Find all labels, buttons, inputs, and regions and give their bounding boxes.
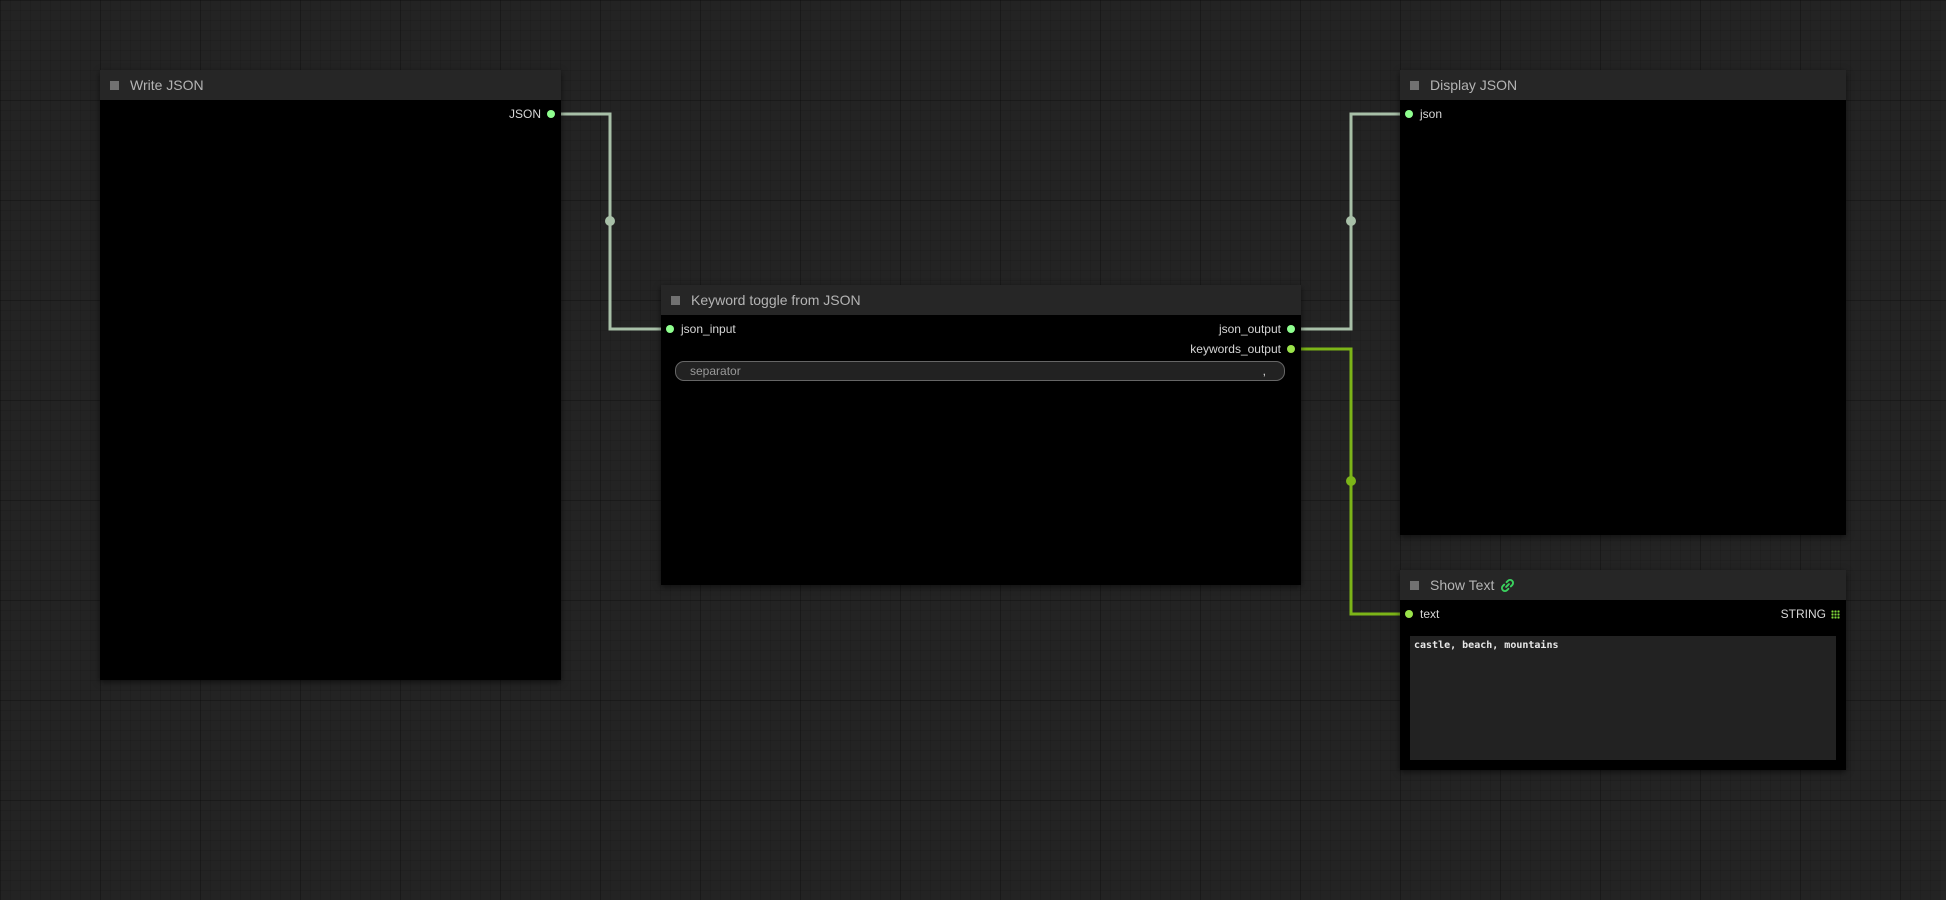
slot-dot-icon[interactable] xyxy=(1287,325,1295,333)
node-title: Keyword toggle from JSON xyxy=(691,292,861,308)
node-body: text STRING castle, beach, mountains xyxy=(1400,600,1846,770)
node-body: json xyxy=(1400,100,1846,535)
collapse-toggle-icon[interactable] xyxy=(1410,581,1419,590)
show-text-output-textarea[interactable]: castle, beach, mountains xyxy=(1410,636,1836,760)
slot-dot-icon[interactable] xyxy=(666,325,674,333)
input-slot-text[interactable]: text xyxy=(1400,606,1439,622)
slot-label: STRING xyxy=(1780,607,1826,621)
collapse-toggle-icon[interactable] xyxy=(671,296,680,305)
keyword-toggle-node[interactable]: Keyword toggle from JSON json_input json… xyxy=(661,285,1301,585)
slot-label: json_output xyxy=(1218,322,1281,336)
node-body: JSON xyxy=(100,100,561,680)
output-slot-json[interactable]: JSON xyxy=(341,106,561,122)
grid-dots-icon[interactable] xyxy=(1831,610,1840,619)
slot-label: text xyxy=(1420,607,1440,621)
node-title: Display JSON xyxy=(1430,77,1518,93)
output-slot-json-output[interactable]: json_output xyxy=(1081,321,1301,337)
slot-dot-icon[interactable] xyxy=(547,110,555,118)
node-title-bar[interactable]: Display JSON xyxy=(1400,70,1846,100)
input-slot-json[interactable]: json xyxy=(1400,106,1442,122)
slot-label: json_input xyxy=(681,322,736,336)
slot-dot-icon[interactable] xyxy=(1405,610,1413,618)
node-title: Show Text xyxy=(1430,577,1495,593)
slot-label: keywords_output xyxy=(1190,342,1281,356)
node-title-bar[interactable]: Keyword toggle from JSON xyxy=(661,285,1301,315)
node-body: json_input json_output keywords_output s… xyxy=(661,315,1301,585)
widget-label: separator xyxy=(690,364,741,378)
widget-value: , xyxy=(1262,364,1266,378)
node-title-bar[interactable]: Write JSON xyxy=(100,70,561,100)
link-chain-icon xyxy=(1501,579,1514,592)
collapse-toggle-icon[interactable] xyxy=(1410,81,1419,90)
output-slot-keywords-output[interactable]: keywords_output xyxy=(1081,341,1301,357)
input-slot-json-input[interactable]: json_input xyxy=(661,321,736,337)
show-text-node[interactable]: Show Text text STRING castle, beach, mou… xyxy=(1400,570,1846,770)
slot-dot-icon[interactable] xyxy=(1287,345,1295,353)
output-slot-string[interactable]: STRING xyxy=(1626,606,1846,622)
slot-label: json xyxy=(1420,107,1443,121)
collapse-toggle-icon[interactable] xyxy=(110,81,119,90)
slot-label: JSON xyxy=(508,107,541,121)
node-title: Write JSON xyxy=(130,77,204,93)
slot-dot-icon[interactable] xyxy=(1405,110,1413,118)
node-title-bar[interactable]: Show Text xyxy=(1400,570,1846,600)
separator-text-widget[interactable]: separator , xyxy=(675,361,1285,381)
write-json-node[interactable]: Write JSON JSON xyxy=(100,70,561,680)
display-json-node[interactable]: Display JSON json xyxy=(1400,70,1846,535)
